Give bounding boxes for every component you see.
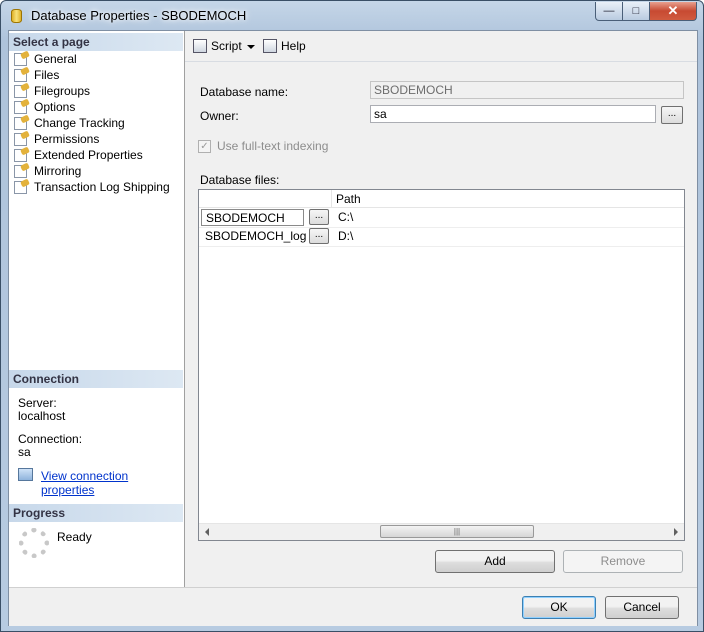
- server-value: localhost: [18, 409, 66, 423]
- page-item-label: Change Tracking: [34, 116, 125, 130]
- progress-status: Ready: [57, 530, 92, 544]
- page-item-options[interactable]: Options: [14, 99, 75, 115]
- page-item-files[interactable]: Files: [14, 67, 59, 83]
- scroll-left-icon[interactable]: [205, 528, 209, 536]
- page-item-mirroring[interactable]: Mirroring: [14, 163, 81, 179]
- page-icon: [14, 132, 27, 146]
- minimize-button[interactable]: —: [595, 2, 623, 21]
- view-connection-properties-link[interactable]: View connection properties: [41, 469, 184, 497]
- page-icon: [14, 116, 27, 130]
- path-browse-button[interactable]: ...: [309, 209, 329, 225]
- page-item-filegroups[interactable]: Filegroups: [14, 83, 90, 99]
- file-name-cell[interactable]: SBODEMOCH: [201, 209, 304, 226]
- owner-label: Owner:: [200, 109, 239, 123]
- page-item-label: Extended Properties: [34, 148, 143, 162]
- select-page-heading: Select a page: [9, 33, 183, 51]
- connection-label: Connection:: [18, 432, 83, 446]
- file-path-cell[interactable]: C:\: [338, 210, 353, 224]
- fulltext-indexing-label: Use full-text indexing: [217, 139, 329, 153]
- table-row[interactable]: SBODEMOCH_log ... D:\: [199, 227, 684, 247]
- right-pane: Script Help Database name: SBODEMOCH Own…: [185, 31, 697, 587]
- grid-header: Path: [199, 190, 684, 208]
- toolbar: Script Help: [185, 31, 697, 62]
- script-label: Script: [211, 39, 242, 53]
- cancel-button[interactable]: Cancel: [605, 596, 679, 619]
- help-label: Help: [281, 39, 306, 53]
- script-button[interactable]: Script: [193, 39, 242, 53]
- progress-heading: Progress: [9, 504, 183, 522]
- maximize-button[interactable]: □: [622, 2, 650, 21]
- owner-field[interactable]: sa: [370, 105, 656, 123]
- title-bar[interactable]: Database Properties - SBODEMOCH — □ ✕: [1, 1, 703, 31]
- page-item-label: Options: [34, 100, 76, 114]
- dialog-button-bar: OK Cancel: [9, 587, 697, 626]
- connection-heading: Connection: [9, 370, 183, 388]
- script-dropdown-arrow-icon[interactable]: [247, 45, 255, 49]
- database-name-label: Database name:: [200, 85, 289, 99]
- horizontal-scrollbar[interactable]: |||: [199, 523, 684, 540]
- path-column-header[interactable]: Path: [336, 192, 361, 206]
- page-item-permissions[interactable]: Permissions: [14, 131, 99, 147]
- owner-browse-button[interactable]: ...: [661, 106, 683, 124]
- page-item-general[interactable]: General: [14, 51, 77, 67]
- page-item-change-tracking[interactable]: Change Tracking: [14, 115, 125, 131]
- page-item-label: Mirroring: [34, 164, 82, 178]
- connection-value: sa: [18, 445, 31, 459]
- add-button[interactable]: Add: [435, 550, 555, 573]
- progress-spinner-icon: [19, 528, 49, 558]
- remove-button: Remove: [563, 550, 683, 573]
- help-icon: [263, 39, 277, 53]
- database-properties-window: Database Properties - SBODEMOCH — □ ✕ Se…: [0, 0, 704, 632]
- script-icon: [193, 39, 207, 53]
- connection-properties-icon: [18, 468, 33, 481]
- file-name-cell[interactable]: SBODEMOCH_log: [201, 228, 306, 245]
- page-item-label: Transaction Log Shipping: [34, 180, 170, 194]
- page-item-label: Permissions: [34, 132, 100, 146]
- page-icon: [14, 68, 27, 82]
- page-item-label: General: [34, 52, 77, 66]
- grid-column-separator: [331, 190, 332, 207]
- database-files-label: Database files:: [200, 173, 280, 187]
- ok-button[interactable]: OK: [522, 596, 596, 619]
- scroll-right-icon[interactable]: [674, 528, 678, 536]
- page-icon: [14, 100, 27, 114]
- scrollbar-thumb[interactable]: |||: [380, 525, 534, 538]
- page-icon: [14, 52, 27, 66]
- page-item-label: Files: [34, 68, 60, 82]
- file-path-cell[interactable]: D:\: [338, 229, 353, 243]
- page-item-label: Filegroups: [34, 84, 91, 98]
- minimize-icon: —: [603, 5, 615, 17]
- close-icon: ✕: [667, 3, 679, 18]
- dialog-client-area: Select a page General Files Filegroups O…: [8, 30, 698, 626]
- maximize-icon: □: [632, 5, 640, 17]
- close-button[interactable]: ✕: [649, 2, 697, 21]
- database-name-field: SBODEMOCH: [370, 81, 684, 99]
- page-icon: [14, 84, 27, 98]
- page-icon: [14, 164, 27, 178]
- page-item-extended-properties[interactable]: Extended Properties: [14, 147, 143, 163]
- server-label: Server:: [18, 396, 57, 410]
- page-icon: [14, 180, 27, 194]
- database-files-grid[interactable]: Path SBODEMOCH ... C:\ SBODEMOCH_log ...…: [198, 189, 685, 541]
- path-browse-button[interactable]: ...: [309, 228, 329, 244]
- help-button[interactable]: Help: [263, 39, 306, 53]
- table-row[interactable]: SBODEMOCH ... C:\: [199, 208, 684, 228]
- fulltext-indexing-checkbox: ✓: [198, 140, 211, 153]
- page-icon: [14, 148, 27, 162]
- page-item-transaction-log-shipping[interactable]: Transaction Log Shipping: [14, 179, 170, 195]
- window-title: Database Properties - SBODEMOCH: [31, 8, 247, 23]
- database-icon: [11, 9, 22, 23]
- left-pane: Select a page General Files Filegroups O…: [9, 31, 185, 587]
